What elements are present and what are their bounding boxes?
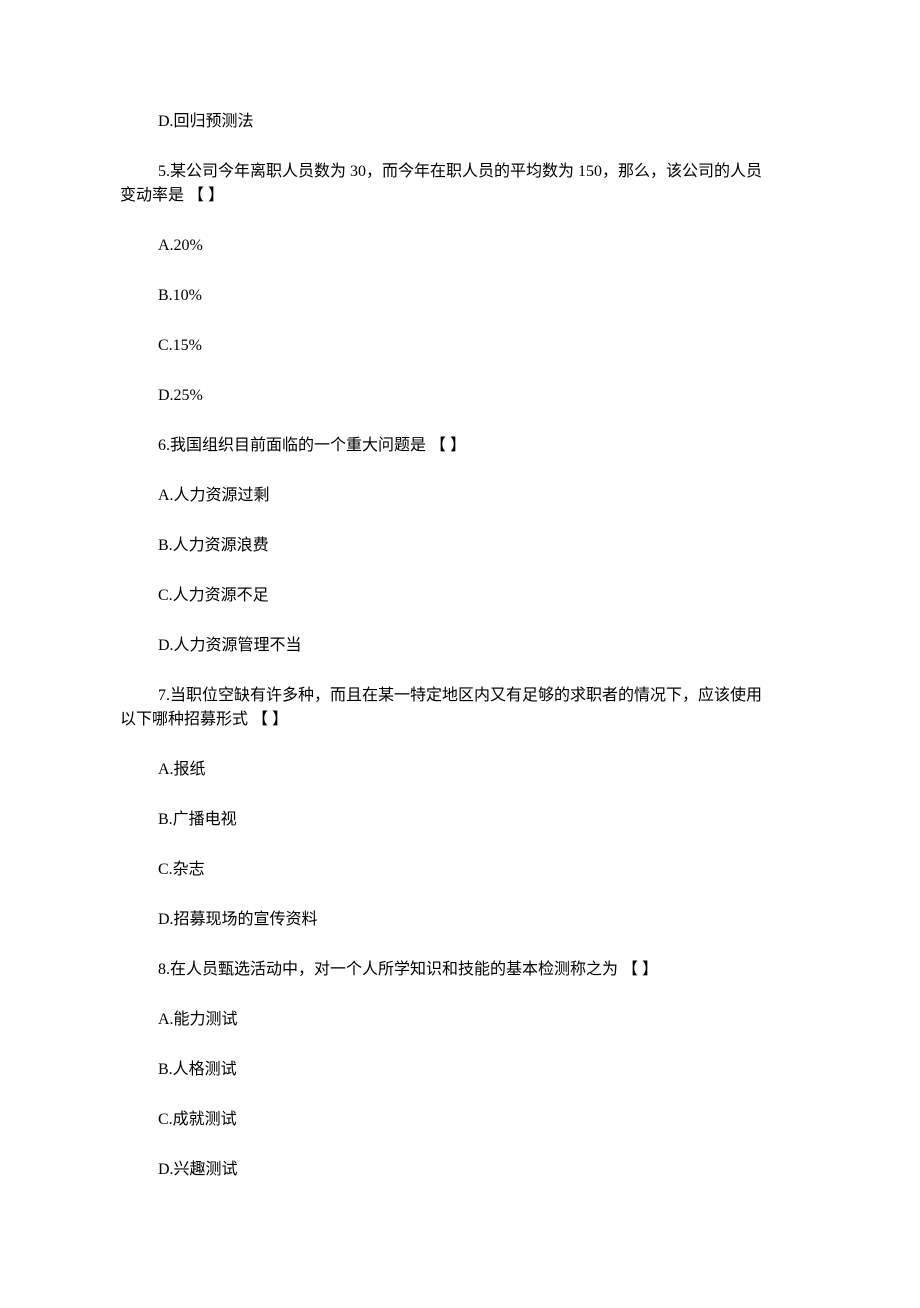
question-8: 8.在人员甄选活动中，对一个人所学知识和技能的基本检测称之为 【 】 A.能力测…	[120, 958, 800, 1182]
question-6: 6.我国组织目前面临的一个重大问题是 【 】 A.人力资源过剩 B.人力资源浪费…	[120, 434, 800, 658]
question-stem: 6.我国组织目前面临的一个重大问题是 【 】	[120, 434, 800, 458]
question-stem-continuation: 变动率是 【 】	[120, 184, 800, 208]
answer-option: B.人格测试	[158, 1058, 800, 1082]
answer-option: A.人力资源过剩	[158, 484, 800, 508]
question-7: 7.当职位空缺有许多种，而且在某一特定地区内又有足够的求职者的情况下，应该使用 …	[120, 684, 800, 932]
answer-option: B.人力资源浪费	[158, 534, 800, 558]
question-stem: 5.某公司今年离职人员数为 30，而今年在职人员的平均数为 150，那么，该公司…	[120, 160, 800, 184]
question-stem: 7.当职位空缺有许多种，而且在某一特定地区内又有足够的求职者的情况下，应该使用	[120, 684, 800, 708]
answer-option: A.20%	[158, 234, 800, 258]
question-stem-continuation: 以下哪种招募形式 【 】	[120, 708, 800, 732]
answer-option: C.15%	[158, 334, 800, 358]
answer-option: C.成就测试	[158, 1108, 800, 1132]
answer-option: A.能力测试	[158, 1008, 800, 1032]
document-content: D.回归预测法 5.某公司今年离职人员数为 30，而今年在职人员的平均数为 15…	[120, 110, 800, 1182]
answer-option: A.报纸	[158, 758, 800, 782]
answer-option: D.招募现场的宣传资料	[158, 908, 800, 932]
answer-option: C.杂志	[158, 858, 800, 882]
answer-option: D.回归预测法	[158, 110, 800, 134]
answer-option: B.广播电视	[158, 808, 800, 832]
answer-option: D.25%	[158, 384, 800, 408]
question-5: 5.某公司今年离职人员数为 30，而今年在职人员的平均数为 150，那么，该公司…	[120, 160, 800, 408]
answer-option: D.人力资源管理不当	[158, 634, 800, 658]
answer-option: B.10%	[158, 284, 800, 308]
answer-option: C.人力资源不足	[158, 584, 800, 608]
answer-option: D.兴趣测试	[158, 1158, 800, 1182]
question-stem: 8.在人员甄选活动中，对一个人所学知识和技能的基本检测称之为 【 】	[120, 958, 800, 982]
